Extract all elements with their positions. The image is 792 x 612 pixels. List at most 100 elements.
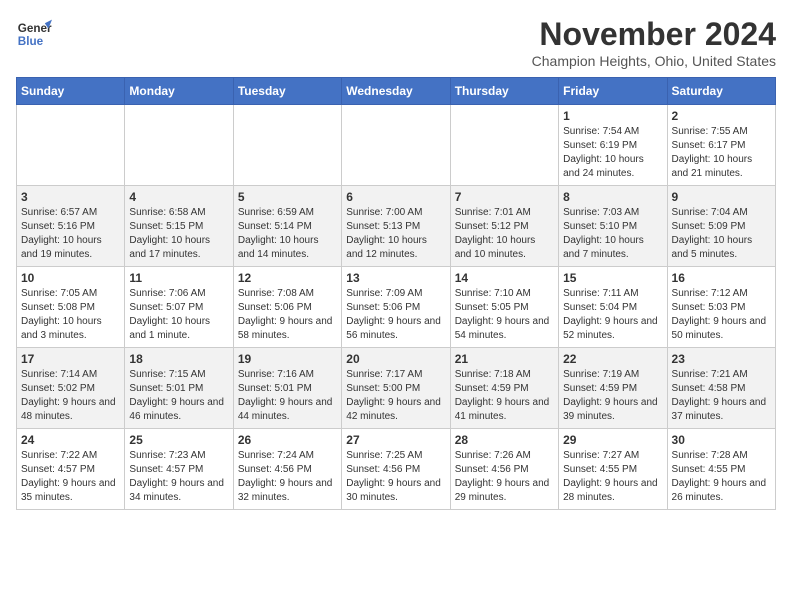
- day-number: 21: [455, 352, 554, 366]
- day-info: Sunrise: 7:05 AM Sunset: 5:08 PM Dayligh…: [21, 287, 120, 343]
- day-number: 11: [129, 271, 228, 285]
- day-info: Sunrise: 7:54 AM Sunset: 6:19 PM Dayligh…: [563, 125, 662, 181]
- day-info: Sunrise: 7:17 AM Sunset: 5:00 PM Dayligh…: [346, 368, 445, 424]
- day-number: 15: [563, 271, 662, 285]
- month-title: November 2024: [532, 16, 776, 53]
- location: Champion Heights, Ohio, United States: [532, 53, 776, 69]
- day-number: 26: [238, 433, 337, 447]
- calendar-cell: 3 Sunrise: 6:57 AM Sunset: 5:16 PM Daylig…: [17, 186, 125, 267]
- calendar-week-5: 24 Sunrise: 7:22 AM Sunset: 4:57 PM Dayli…: [17, 429, 776, 510]
- svg-text:Blue: Blue: [18, 35, 44, 48]
- calendar-cell: 15 Sunrise: 7:11 AM Sunset: 5:04 PM Dayli…: [559, 267, 667, 348]
- day-number: 18: [129, 352, 228, 366]
- calendar-cell: 10Sunrise: 7:05 AM Sunset: 5:08 PM Dayli…: [17, 267, 125, 348]
- calendar-cell: [450, 105, 558, 186]
- day-info: Sunrise: 7:26 AM Sunset: 4:56 PM Dayligh…: [455, 449, 554, 505]
- weekday-header-thursday: Thursday: [450, 78, 558, 105]
- calendar-week-1: 1Sunrise: 7:54 AM Sunset: 6:19 PM Daylig…: [17, 105, 776, 186]
- day-number: 25: [129, 433, 228, 447]
- day-info: Sunrise: 7:08 AM Sunset: 5:06 PM Dayligh…: [238, 287, 337, 343]
- day-number: 23: [672, 352, 771, 366]
- calendar-cell: 30 Sunrise: 7:28 AM Sunset: 4:55 PM Dayli…: [667, 429, 775, 510]
- day-info: Sunrise: 7:27 AM Sunset: 4:55 PM Dayligh…: [563, 449, 662, 505]
- weekday-header-wednesday: Wednesday: [342, 78, 450, 105]
- day-number: 12: [238, 271, 337, 285]
- day-info: Sunrise: 7:12 AM Sunset: 5:03 PM Dayligh…: [672, 287, 771, 343]
- calendar-cell: [233, 105, 341, 186]
- day-info: Sunrise: 7:14 AM Sunset: 5:02 PM Dayligh…: [21, 368, 120, 424]
- day-number: 19: [238, 352, 337, 366]
- calendar-cell: 12 Sunrise: 7:08 AM Sunset: 5:06 PM Dayli…: [233, 267, 341, 348]
- calendar-cell: 2Sunrise: 7:55 AM Sunset: 6:17 PM Daylig…: [667, 105, 775, 186]
- calendar-cell: 1Sunrise: 7:54 AM Sunset: 6:19 PM Daylig…: [559, 105, 667, 186]
- weekday-header-sunday: Sunday: [17, 78, 125, 105]
- calendar-cell: 29 Sunrise: 7:27 AM Sunset: 4:55 PM Dayli…: [559, 429, 667, 510]
- title-area: November 2024 Champion Heights, Ohio, Un…: [532, 16, 776, 69]
- calendar-week-2: 3 Sunrise: 6:57 AM Sunset: 5:16 PM Daylig…: [17, 186, 776, 267]
- calendar-cell: 14Sunrise: 7:10 AM Sunset: 5:05 PM Dayli…: [450, 267, 558, 348]
- day-number: 8: [563, 190, 662, 204]
- calendar-cell: 13Sunrise: 7:09 AM Sunset: 5:06 PM Dayli…: [342, 267, 450, 348]
- calendar-cell: 28 Sunrise: 7:26 AM Sunset: 4:56 PM Dayli…: [450, 429, 558, 510]
- day-number: 29: [563, 433, 662, 447]
- calendar-week-4: 17 Sunrise: 7:14 AM Sunset: 5:02 PM Dayli…: [17, 348, 776, 429]
- calendar-cell: 19 Sunrise: 7:16 AM Sunset: 5:01 PM Dayli…: [233, 348, 341, 429]
- calendar-cell: 17 Sunrise: 7:14 AM Sunset: 5:02 PM Dayli…: [17, 348, 125, 429]
- day-info: Sunrise: 7:25 AM Sunset: 4:56 PM Dayligh…: [346, 449, 445, 505]
- calendar-cell: 25Sunrise: 7:23 AM Sunset: 4:57 PM Dayli…: [125, 429, 233, 510]
- day-number: 5: [238, 190, 337, 204]
- weekday-header-tuesday: Tuesday: [233, 78, 341, 105]
- day-number: 14: [455, 271, 554, 285]
- calendar-table: SundayMondayTuesdayWednesdayThursdayFrid…: [16, 77, 776, 510]
- day-info: Sunrise: 7:11 AM Sunset: 5:04 PM Dayligh…: [563, 287, 662, 343]
- calendar-cell: 20 Sunrise: 7:17 AM Sunset: 5:00 PM Dayli…: [342, 348, 450, 429]
- weekday-header-saturday: Saturday: [667, 78, 775, 105]
- calendar-cell: 26 Sunrise: 7:24 AM Sunset: 4:56 PM Dayli…: [233, 429, 341, 510]
- day-number: 9: [672, 190, 771, 204]
- calendar-cell: 22 Sunrise: 7:19 AM Sunset: 4:59 PM Dayli…: [559, 348, 667, 429]
- calendar-cell: 7 Sunrise: 7:01 AM Sunset: 5:12 PM Daylig…: [450, 186, 558, 267]
- day-number: 17: [21, 352, 120, 366]
- calendar-cell: 5 Sunrise: 6:59 AM Sunset: 5:14 PM Daylig…: [233, 186, 341, 267]
- day-info: Sunrise: 7:18 AM Sunset: 4:59 PM Dayligh…: [455, 368, 554, 424]
- calendar-cell: 18Sunrise: 7:15 AM Sunset: 5:01 PM Dayli…: [125, 348, 233, 429]
- day-info: Sunrise: 7:19 AM Sunset: 4:59 PM Dayligh…: [563, 368, 662, 424]
- calendar-cell: [125, 105, 233, 186]
- calendar-cell: 9Sunrise: 7:04 AM Sunset: 5:09 PM Daylig…: [667, 186, 775, 267]
- day-info: Sunrise: 7:22 AM Sunset: 4:57 PM Dayligh…: [21, 449, 120, 505]
- day-info: Sunrise: 7:21 AM Sunset: 4:58 PM Dayligh…: [672, 368, 771, 424]
- calendar-cell: 23 Sunrise: 7:21 AM Sunset: 4:58 PM Dayli…: [667, 348, 775, 429]
- calendar-cell: 4Sunrise: 6:58 AM Sunset: 5:15 PM Daylig…: [125, 186, 233, 267]
- calendar-cell: 27Sunrise: 7:25 AM Sunset: 4:56 PM Dayli…: [342, 429, 450, 510]
- calendar-cell: 11 Sunrise: 7:06 AM Sunset: 5:07 PM Dayli…: [125, 267, 233, 348]
- day-number: 28: [455, 433, 554, 447]
- calendar-cell: 8 Sunrise: 7:03 AM Sunset: 5:10 PM Daylig…: [559, 186, 667, 267]
- day-info: Sunrise: 7:06 AM Sunset: 5:07 PM Dayligh…: [129, 287, 228, 343]
- day-number: 3: [21, 190, 120, 204]
- day-info: Sunrise: 7:28 AM Sunset: 4:55 PM Dayligh…: [672, 449, 771, 505]
- day-number: 30: [672, 433, 771, 447]
- day-info: Sunrise: 7:01 AM Sunset: 5:12 PM Dayligh…: [455, 206, 554, 262]
- day-number: 4: [129, 190, 228, 204]
- day-info: Sunrise: 6:57 AM Sunset: 5:16 PM Dayligh…: [21, 206, 120, 262]
- calendar-cell: [342, 105, 450, 186]
- day-number: 20: [346, 352, 445, 366]
- day-info: Sunrise: 7:03 AM Sunset: 5:10 PM Dayligh…: [563, 206, 662, 262]
- day-info: Sunrise: 7:55 AM Sunset: 6:17 PM Dayligh…: [672, 125, 771, 181]
- logo: General Blue: [16, 16, 52, 52]
- day-number: 24: [21, 433, 120, 447]
- calendar-cell: 21 Sunrise: 7:18 AM Sunset: 4:59 PM Dayli…: [450, 348, 558, 429]
- weekday-header-friday: Friday: [559, 78, 667, 105]
- calendar-week-3: 10Sunrise: 7:05 AM Sunset: 5:08 PM Dayli…: [17, 267, 776, 348]
- calendar-cell: [17, 105, 125, 186]
- weekday-header-monday: Monday: [125, 78, 233, 105]
- calendar-cell: 16 Sunrise: 7:12 AM Sunset: 5:03 PM Dayli…: [667, 267, 775, 348]
- day-info: Sunrise: 6:59 AM Sunset: 5:14 PM Dayligh…: [238, 206, 337, 262]
- day-info: Sunrise: 7:16 AM Sunset: 5:01 PM Dayligh…: [238, 368, 337, 424]
- day-number: 16: [672, 271, 771, 285]
- day-number: 7: [455, 190, 554, 204]
- day-info: Sunrise: 7:09 AM Sunset: 5:06 PM Dayligh…: [346, 287, 445, 343]
- header: General Blue November 2024 Champion Heig…: [16, 16, 776, 69]
- day-info: Sunrise: 7:24 AM Sunset: 4:56 PM Dayligh…: [238, 449, 337, 505]
- day-number: 22: [563, 352, 662, 366]
